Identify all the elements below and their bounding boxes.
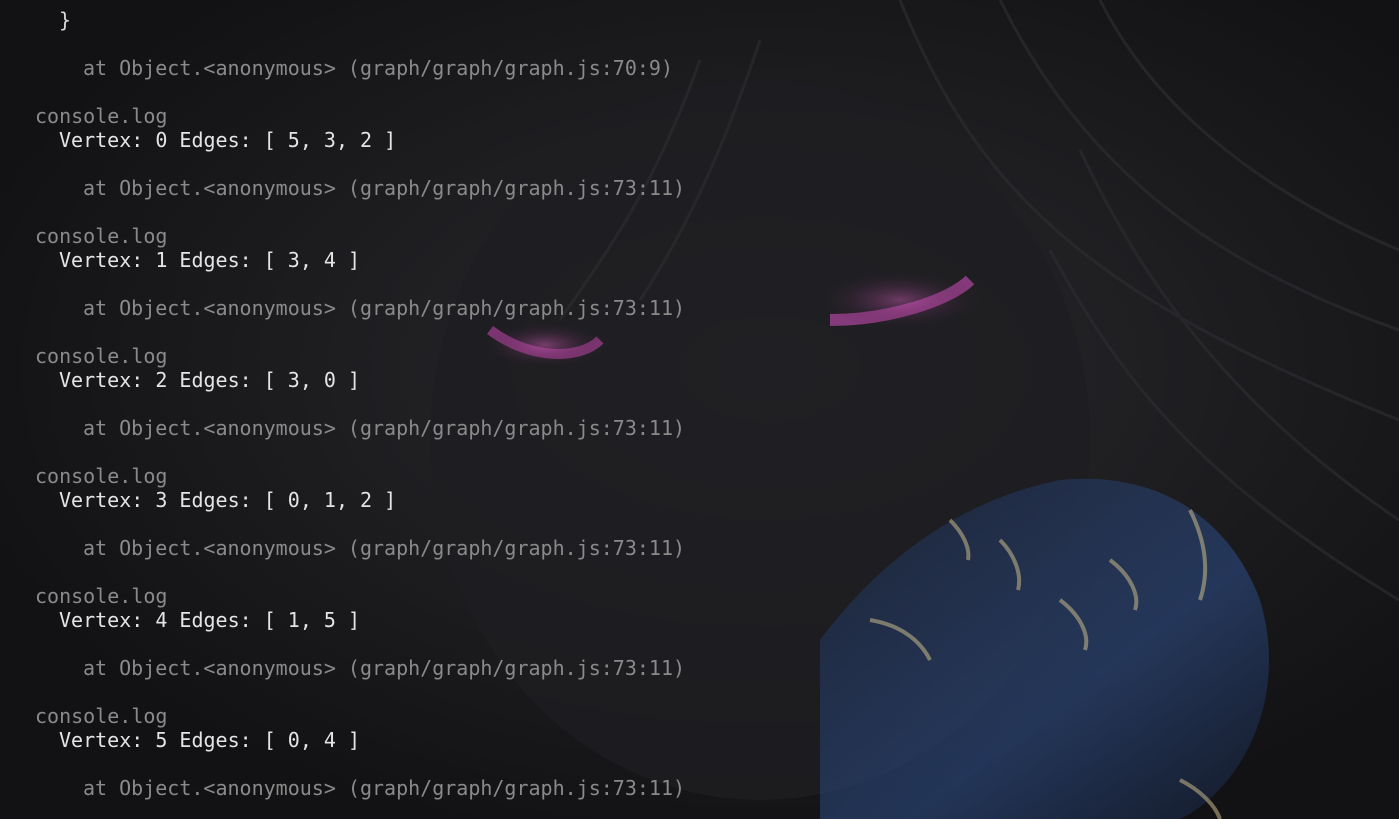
stack-trace-line: at Object.<anonymous> (graph/graph/graph…	[83, 536, 686, 560]
stack-trace-line: at Object.<anonymous> (graph/graph/graph…	[83, 416, 686, 440]
log-message: Vertex: 4 Edges: [ 1, 5 ]	[59, 608, 361, 632]
log-message: Vertex: 1 Edges: [ 3, 4 ]	[59, 248, 361, 272]
console-output[interactable]: } at Object.<anonymous> (graph/graph/gra…	[0, 8, 685, 800]
log-label: console.log	[35, 704, 168, 728]
log-message: Vertex: 3 Edges: [ 0, 1, 2 ]	[59, 488, 397, 512]
log-label: console.log	[35, 224, 168, 248]
log-message: Vertex: 0 Edges: [ 5, 3, 2 ]	[59, 128, 397, 152]
log-entry: console.log Vertex: 4 Edges: [ 1, 5 ] at…	[0, 584, 685, 704]
log-message: Vertex: 2 Edges: [ 3, 0 ]	[59, 368, 361, 392]
log-label: console.log	[35, 104, 168, 128]
stack-trace-line: at Object.<anonymous> (graph/graph/graph…	[83, 776, 686, 800]
log-message: Vertex: 5 Edges: [ 0, 4 ]	[59, 728, 361, 752]
log-entry: console.log Vertex: 1 Edges: [ 3, 4 ] at…	[0, 224, 685, 344]
terminal-window[interactable]: } at Object.<anonymous> (graph/graph/gra…	[0, 0, 1399, 819]
log-entry: console.log Vertex: 0 Edges: [ 5, 3, 2 ]…	[0, 104, 685, 224]
closing-brace: }	[59, 8, 72, 32]
log-entry: console.log Vertex: 2 Edges: [ 3, 0 ] at…	[0, 344, 685, 464]
log-entry: console.log Vertex: 5 Edges: [ 0, 4 ] at…	[0, 704, 685, 800]
stack-trace-line: at Object.<anonymous> (graph/graph/graph…	[83, 296, 686, 320]
log-label: console.log	[35, 344, 168, 368]
stack-trace-line: at Object.<anonymous> (graph/graph/graph…	[83, 176, 686, 200]
log-label: console.log	[35, 464, 168, 488]
log-entry: console.log Vertex: 3 Edges: [ 0, 1, 2 ]…	[0, 464, 685, 584]
stack-trace-line: at Object.<anonymous> (graph/graph/graph…	[83, 656, 686, 680]
stack-trace-line: at Object.<anonymous> (graph/graph/graph…	[83, 56, 674, 80]
log-label: console.log	[35, 584, 168, 608]
